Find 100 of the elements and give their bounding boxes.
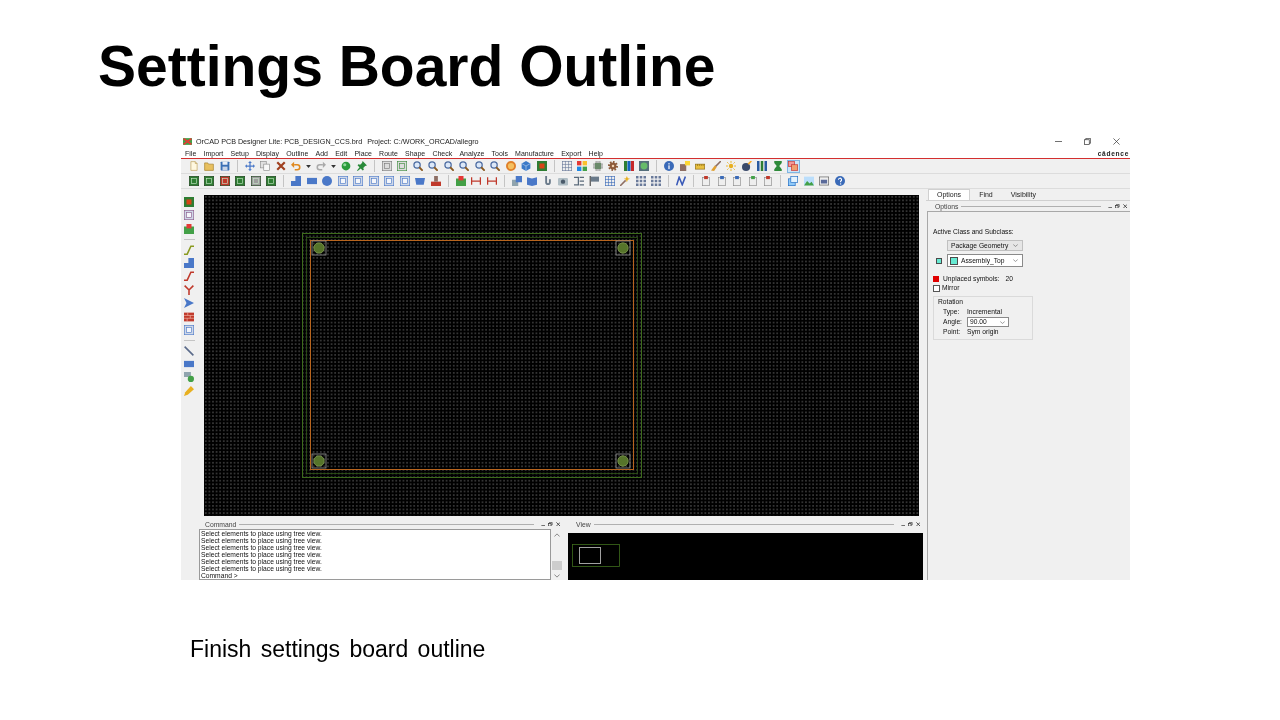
board-thumbnail [572, 544, 620, 567]
grid-icon[interactable] [603, 174, 616, 188]
minimize-icon[interactable] [1055, 138, 1062, 145]
clipboard-icon[interactable] [699, 174, 713, 188]
mirror-checkbox[interactable] [933, 284, 940, 292]
line-icon[interactable] [183, 344, 195, 357]
board-icon[interactable] [535, 159, 548, 173]
magnifier-icon[interactable] [426, 159, 440, 173]
clipboard-icon[interactable] [761, 174, 775, 188]
clipboard-icon[interactable] [730, 174, 744, 188]
close-icon[interactable] [915, 521, 920, 527]
pad-square-icon[interactable] [249, 174, 262, 188]
part-icon[interactable] [678, 159, 691, 173]
globe-icon[interactable] [637, 159, 651, 173]
component-icon[interactable] [183, 222, 195, 235]
dots-grid-icon[interactable] [634, 174, 647, 188]
float-icon[interactable] [548, 521, 553, 527]
command-output[interactable] [199, 529, 551, 580]
color-swatch-icon[interactable] [936, 257, 942, 264]
pad-square-icon[interactable] [218, 174, 231, 188]
move-arrows-icon[interactable] [243, 159, 256, 173]
wand-icon[interactable] [618, 174, 632, 188]
close-icon[interactable] [555, 521, 560, 527]
cube-icon[interactable] [519, 159, 533, 173]
magnifier-icon[interactable] [411, 159, 424, 173]
brick-icon[interactable] [183, 310, 195, 323]
help-icon[interactable] [833, 174, 846, 188]
framed-square-icon[interactable] [183, 323, 195, 336]
mounting-hole-icon [311, 240, 327, 256]
slide-caption: Finish settings board outline [190, 635, 486, 663]
pad-square-icon[interactable] [233, 174, 247, 188]
board-icon[interactable] [183, 196, 195, 208]
dimension-icon[interactable] [485, 174, 498, 188]
dimension-icon[interactable] [469, 174, 483, 188]
mounting-hole-icon [615, 453, 631, 469]
route-icon[interactable] [183, 270, 195, 283]
bars-icon[interactable] [755, 159, 769, 173]
chevron-down-icon [1013, 259, 1018, 262]
framed-square-icon[interactable] [183, 209, 195, 222]
clipboard-icon[interactable] [746, 174, 759, 188]
magnifier-icon[interactable] [457, 159, 471, 173]
stamp-icon[interactable] [429, 174, 442, 188]
framed-square-icon[interactable] [398, 174, 411, 188]
restore-icon[interactable] [1084, 138, 1091, 145]
stack-icon[interactable] [510, 174, 523, 188]
flag-icon[interactable] [587, 174, 601, 188]
add-shape-icon[interactable] [183, 371, 195, 384]
circle-icon[interactable] [320, 174, 334, 188]
magnifier-icon[interactable] [488, 159, 502, 173]
delete-icon[interactable] [274, 159, 287, 173]
bomb-icon[interactable] [740, 159, 753, 173]
chip-icon[interactable] [591, 159, 604, 173]
zigzag-icon[interactable] [674, 174, 688, 188]
gear-icon[interactable] [606, 159, 620, 173]
brush-icon[interactable] [709, 159, 722, 173]
pad-square-icon[interactable] [264, 174, 278, 188]
step-shape-icon[interactable] [183, 256, 195, 269]
view-frame[interactable] [579, 547, 601, 564]
chevron-down-icon [1013, 244, 1018, 247]
close-icon[interactable] [1122, 203, 1127, 209]
split-icon[interactable] [183, 283, 195, 296]
mounting-hole-icon [615, 240, 631, 256]
info-icon[interactable] [662, 159, 676, 173]
framed-square-icon[interactable] [351, 174, 365, 188]
magnifier-icon[interactable] [442, 159, 455, 173]
ring-icon[interactable] [504, 159, 517, 173]
tiles-icon[interactable] [575, 159, 589, 173]
float-icon[interactable] [1115, 203, 1120, 209]
mounting-hole-icon [311, 453, 327, 469]
pad-square-icon[interactable] [202, 174, 216, 188]
chevron-down-icon [1000, 320, 1005, 324]
columns-icon[interactable] [622, 159, 635, 173]
pin-icon[interactable] [355, 159, 368, 173]
app-icon [183, 137, 192, 146]
connector-icon[interactable] [572, 174, 585, 188]
dots-grid-icon[interactable] [649, 174, 663, 188]
save-icon[interactable] [218, 159, 231, 173]
framed-square-icon[interactable] [380, 159, 393, 173]
route-icon[interactable] [183, 243, 195, 256]
windows-icon[interactable] [786, 174, 800, 188]
layers-icon[interactable] [786, 159, 800, 173]
grid-icon[interactable] [560, 159, 573, 173]
hourglass-icon[interactable] [771, 159, 784, 173]
float-icon[interactable] [908, 521, 913, 527]
framed-square-icon[interactable] [382, 174, 396, 188]
magnifier-icon[interactable] [473, 159, 486, 173]
scroll-down-icon[interactable] [554, 574, 560, 578]
arrow-shape-icon[interactable] [183, 297, 195, 310]
pad-square-icon[interactable] [187, 174, 200, 188]
step-shape-icon[interactable] [289, 174, 303, 188]
scrollbar-thumb[interactable] [552, 561, 562, 570]
book-icon[interactable] [525, 174, 539, 188]
framed-square-icon[interactable] [367, 174, 380, 188]
framed-square-icon[interactable] [395, 159, 409, 173]
component-icon[interactable] [454, 174, 467, 188]
close-icon[interactable] [1113, 138, 1120, 145]
window-icon[interactable] [817, 174, 831, 188]
image-icon[interactable] [802, 174, 815, 188]
clipboard-icon[interactable] [715, 174, 728, 188]
scroll-up-icon[interactable] [554, 533, 560, 537]
